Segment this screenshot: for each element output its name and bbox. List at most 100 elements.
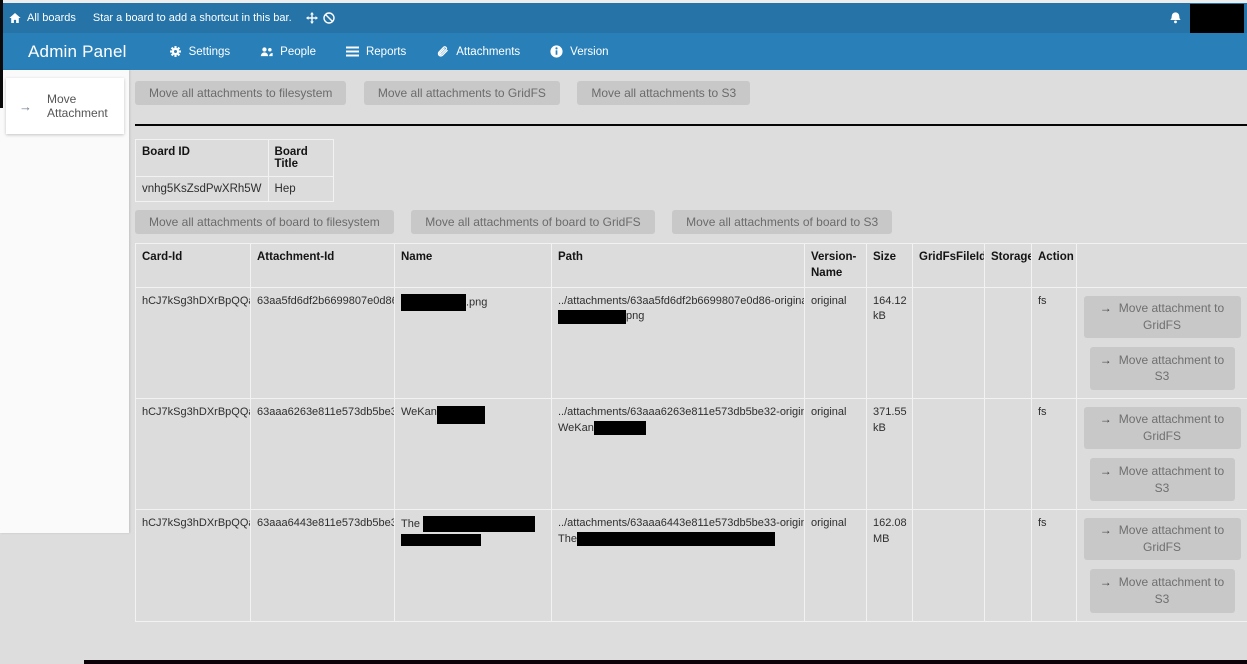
col-header-board-title: Board Title [268, 140, 333, 177]
cell-attachment-id: 63aa5fd6df2b6699807e0d86 [251, 288, 395, 399]
move-attachment-to-s3-button[interactable]: Move attachment to S3 [1090, 569, 1235, 613]
admin-tabs: Settings People Reports Attachments Vers… [169, 45, 609, 58]
cell-path: ../attachments/63aaa6443e811e573db5be33-… [552, 510, 805, 621]
left-edge-artifact [0, 0, 3, 108]
tab-settings[interactable]: Settings [169, 45, 231, 58]
table-row: hCJ7kSg3hDXrBpQQa 63aa5fd6df2b6699807e0d… [136, 288, 1247, 399]
all-boards-link[interactable]: All boards [9, 12, 76, 24]
board-buttons-row: Move all attachments of board to filesys… [135, 210, 1247, 234]
move-attachment-to-gridfs-button[interactable]: Move attachment to GridFS [1084, 296, 1241, 338]
tab-version-label: Version [570, 46, 608, 58]
redacted-text [558, 310, 626, 324]
col-header-size: Size [867, 244, 913, 288]
cell-attachment-id: 63aaa6263e811e573db5be32 [251, 399, 395, 510]
cell-attachment-id: 63aaa6443e811e573db5be33 [251, 510, 395, 621]
col-header-buttons [1077, 244, 1247, 288]
shortcut-hint: Star a board to add a shortcut in this b… [93, 12, 335, 24]
col-header-attachment-id: Attachment-Id [251, 244, 395, 288]
col-header-action: Action [1032, 244, 1077, 288]
gear-icon [169, 45, 182, 58]
col-header-name: Name [395, 244, 552, 288]
arrow-right-icon [1100, 301, 1112, 315]
all-boards-label: All boards [27, 12, 76, 24]
cell-gridfsfileid [913, 510, 985, 621]
main-panel: Move all attachments to filesystem Move … [129, 70, 1247, 622]
list-icon [346, 45, 359, 58]
cell-gridfsfileid [913, 288, 985, 399]
cell-gridfsfileid [913, 399, 985, 510]
tab-reports-label: Reports [366, 46, 406, 58]
table-row: vnhg5KsZsdPwXRh5W Hep [136, 177, 334, 202]
bottom-window-edge [84, 660, 1247, 664]
shortcut-hint-text: Star a board to add a shortcut in this b… [93, 12, 292, 24]
ban-icon[interactable] [323, 12, 335, 24]
col-header-storage: Storage [985, 244, 1032, 288]
redacted-text [437, 406, 485, 424]
cell-name: The [395, 510, 552, 621]
arrow-right-icon [19, 99, 32, 114]
tab-people-label: People [280, 46, 316, 58]
cell-version-name: original [805, 288, 867, 399]
move-cross-icon[interactable] [306, 12, 318, 24]
sidebar-item-move-attachment[interactable]: Move Attachment [6, 78, 124, 134]
move-attachment-to-s3-button[interactable]: Move attachment to S3 [1090, 458, 1235, 502]
cell-storage [985, 399, 1032, 510]
move-attachment-to-s3-button[interactable]: Move attachment to S3 [1090, 347, 1235, 391]
arrow-right-icon [1100, 412, 1112, 426]
tab-attachments[interactable]: Attachments [436, 45, 520, 58]
divider [135, 124, 1247, 126]
cell-card-id: hCJ7kSg3hDXrBpQQa [136, 288, 251, 399]
page-title: Admin Panel [28, 42, 127, 62]
arrow-right-icon [1100, 575, 1112, 589]
arrow-right-icon [1100, 523, 1112, 537]
table-row: hCJ7kSg3hDXrBpQQa 63aaa6263e811e573db5be… [136, 399, 1247, 510]
content-area: Move Attachment Move all attachments to … [0, 70, 1247, 622]
cell-action: fs [1032, 510, 1077, 621]
move-board-to-s3-button[interactable]: Move all attachments of board to S3 [672, 210, 892, 234]
notifications-bell-icon[interactable] [1169, 11, 1182, 25]
move-attachment-to-gridfs-button[interactable]: Move attachment to GridFS [1084, 518, 1241, 560]
paperclip-icon [436, 45, 449, 58]
col-header-card-id: Card-Id [136, 244, 251, 288]
cell-path: ../attachments/63aa5fd6df2b6699807e0d86-… [552, 288, 805, 399]
cell-name: WeKan [395, 399, 552, 510]
tab-attachments-label: Attachments [456, 46, 520, 58]
cell-name: .png [395, 288, 552, 399]
attachments-header-row: Card-Id Attachment-Id Name Path Version-… [136, 244, 1247, 288]
home-icon [9, 12, 21, 24]
cell-version-name: original [805, 399, 867, 510]
col-header-board-id: Board ID [136, 140, 269, 177]
cell-board-id: vnhg5KsZsdPwXRh5W [136, 177, 269, 202]
move-all-to-s3-button[interactable]: Move all attachments to S3 [577, 81, 750, 105]
redacted-text [401, 534, 481, 546]
move-board-to-filesystem-button[interactable]: Move all attachments of board to filesys… [135, 210, 394, 234]
cell-board-title: Hep [268, 177, 333, 202]
cell-action-buttons: Move attachment to GridFS Move attachmen… [1077, 399, 1247, 510]
cell-size: 162.08 MB [867, 510, 913, 621]
move-all-to-filesystem-button[interactable]: Move all attachments to filesystem [135, 81, 346, 105]
move-attachment-to-gridfs-button[interactable]: Move attachment to GridFS [1084, 407, 1241, 449]
table-row: hCJ7kSg3hDXrBpQQa 63aaa6443e811e573db5be… [136, 510, 1247, 621]
col-header-path: Path [552, 244, 805, 288]
redacted-text [401, 294, 466, 311]
move-board-to-gridfs-button[interactable]: Move all attachments of board to GridFS [411, 210, 654, 234]
global-buttons-row: Move all attachments to filesystem Move … [135, 81, 1247, 105]
redacted-text [577, 532, 775, 546]
cell-action-buttons: Move attachment to GridFS Move attachmen… [1077, 510, 1247, 621]
redacted-text [594, 421, 646, 435]
cell-action: fs [1032, 399, 1077, 510]
tab-version[interactable]: Version [550, 45, 608, 58]
cell-action-buttons: Move attachment to GridFS Move attachmen… [1077, 288, 1247, 399]
board-table: Board ID Board Title vnhg5KsZsdPwXRh5W H… [135, 139, 334, 202]
top-bar: All boards Star a board to add a shortcu… [0, 3, 1247, 33]
cell-size: 164.12 kB [867, 288, 913, 399]
cell-version-name: original [805, 510, 867, 621]
arrow-right-icon [1100, 464, 1112, 478]
col-header-gridfsfileid: GridFsFileId [913, 244, 985, 288]
tab-people[interactable]: People [260, 45, 316, 58]
tab-reports[interactable]: Reports [346, 45, 406, 58]
sidebar: Move Attachment [0, 70, 129, 533]
tab-settings-label: Settings [189, 46, 231, 58]
redacted-text [423, 516, 535, 532]
move-all-to-gridfs-button[interactable]: Move all attachments to GridFS [364, 81, 560, 105]
